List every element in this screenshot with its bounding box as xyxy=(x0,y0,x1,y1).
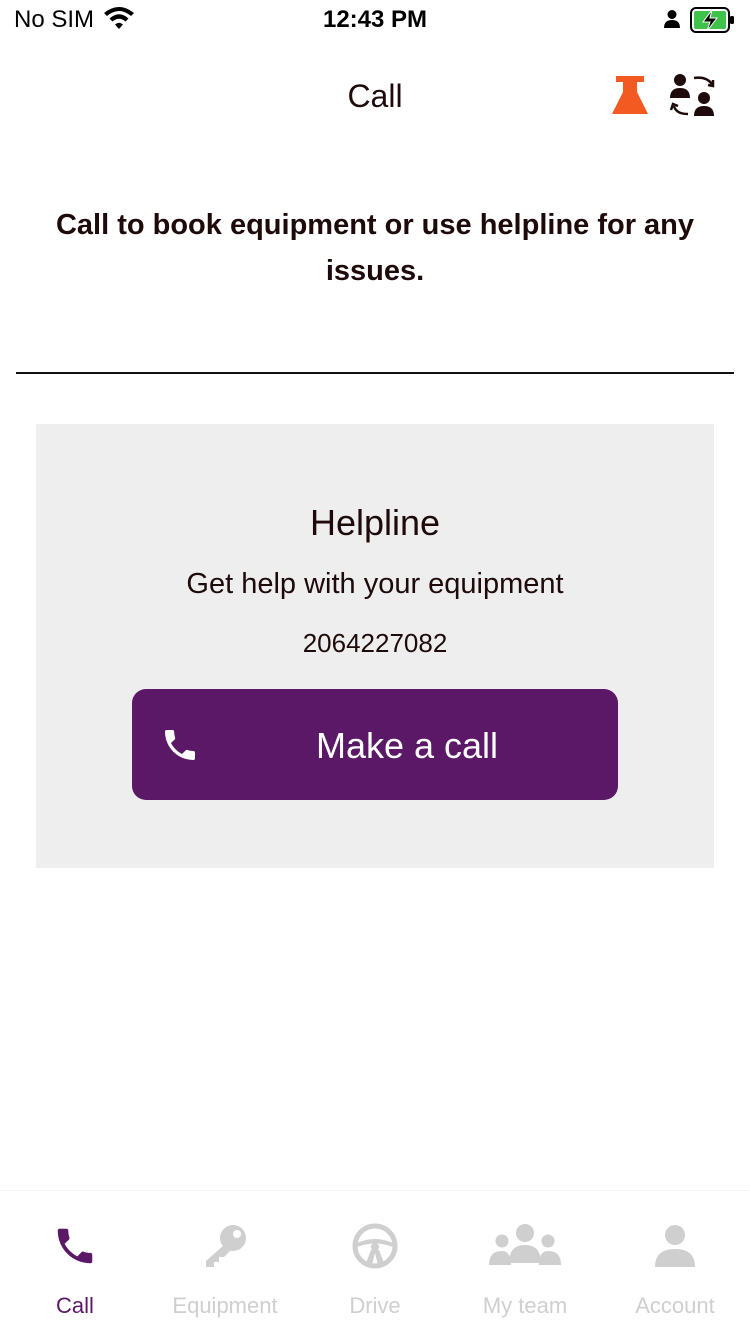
tab-account[interactable]: Account xyxy=(600,1191,750,1335)
lab-flask-icon[interactable] xyxy=(608,74,652,118)
helpline-card: Helpline Get help with your equipment 20… xyxy=(36,424,714,868)
person-icon xyxy=(663,9,681,34)
switch-user-icon[interactable] xyxy=(666,70,722,122)
helpline-title: Helpline xyxy=(309,502,441,543)
tab-call[interactable]: Call xyxy=(0,1191,150,1335)
divider xyxy=(16,372,734,374)
steering-wheel-icon xyxy=(352,1223,398,1274)
phone-icon xyxy=(52,1223,98,1274)
bottom-tab-bar: Call Equipment Drive My team Account xyxy=(0,1190,750,1335)
status-bar: No SIM 12:43 PM xyxy=(0,0,750,40)
tab-equipment[interactable]: Equipment xyxy=(150,1191,300,1335)
account-icon xyxy=(652,1223,698,1274)
helpline-phone-number: 2064227082 xyxy=(302,628,448,658)
tab-drive[interactable]: Drive xyxy=(300,1191,450,1335)
tab-label: Account xyxy=(635,1293,715,1318)
key-icon xyxy=(200,1223,250,1274)
helpline-subtitle: Get help with your equipment xyxy=(186,568,564,600)
tab-label: Equipment xyxy=(172,1293,278,1318)
tab-my-team[interactable]: My team xyxy=(450,1191,600,1335)
make-call-label: Make a call xyxy=(315,725,499,766)
battery-charging-icon xyxy=(690,6,736,39)
tab-label: Call xyxy=(56,1293,94,1318)
make-call-button[interactable]: Make a call xyxy=(132,689,618,800)
tab-label: My team xyxy=(482,1293,568,1318)
clock-time: 12:43 PM xyxy=(322,6,428,33)
tab-label: Drive xyxy=(349,1293,401,1318)
team-icon xyxy=(487,1223,563,1274)
intro-text: Call to book equipment or use helpline f… xyxy=(55,209,695,287)
